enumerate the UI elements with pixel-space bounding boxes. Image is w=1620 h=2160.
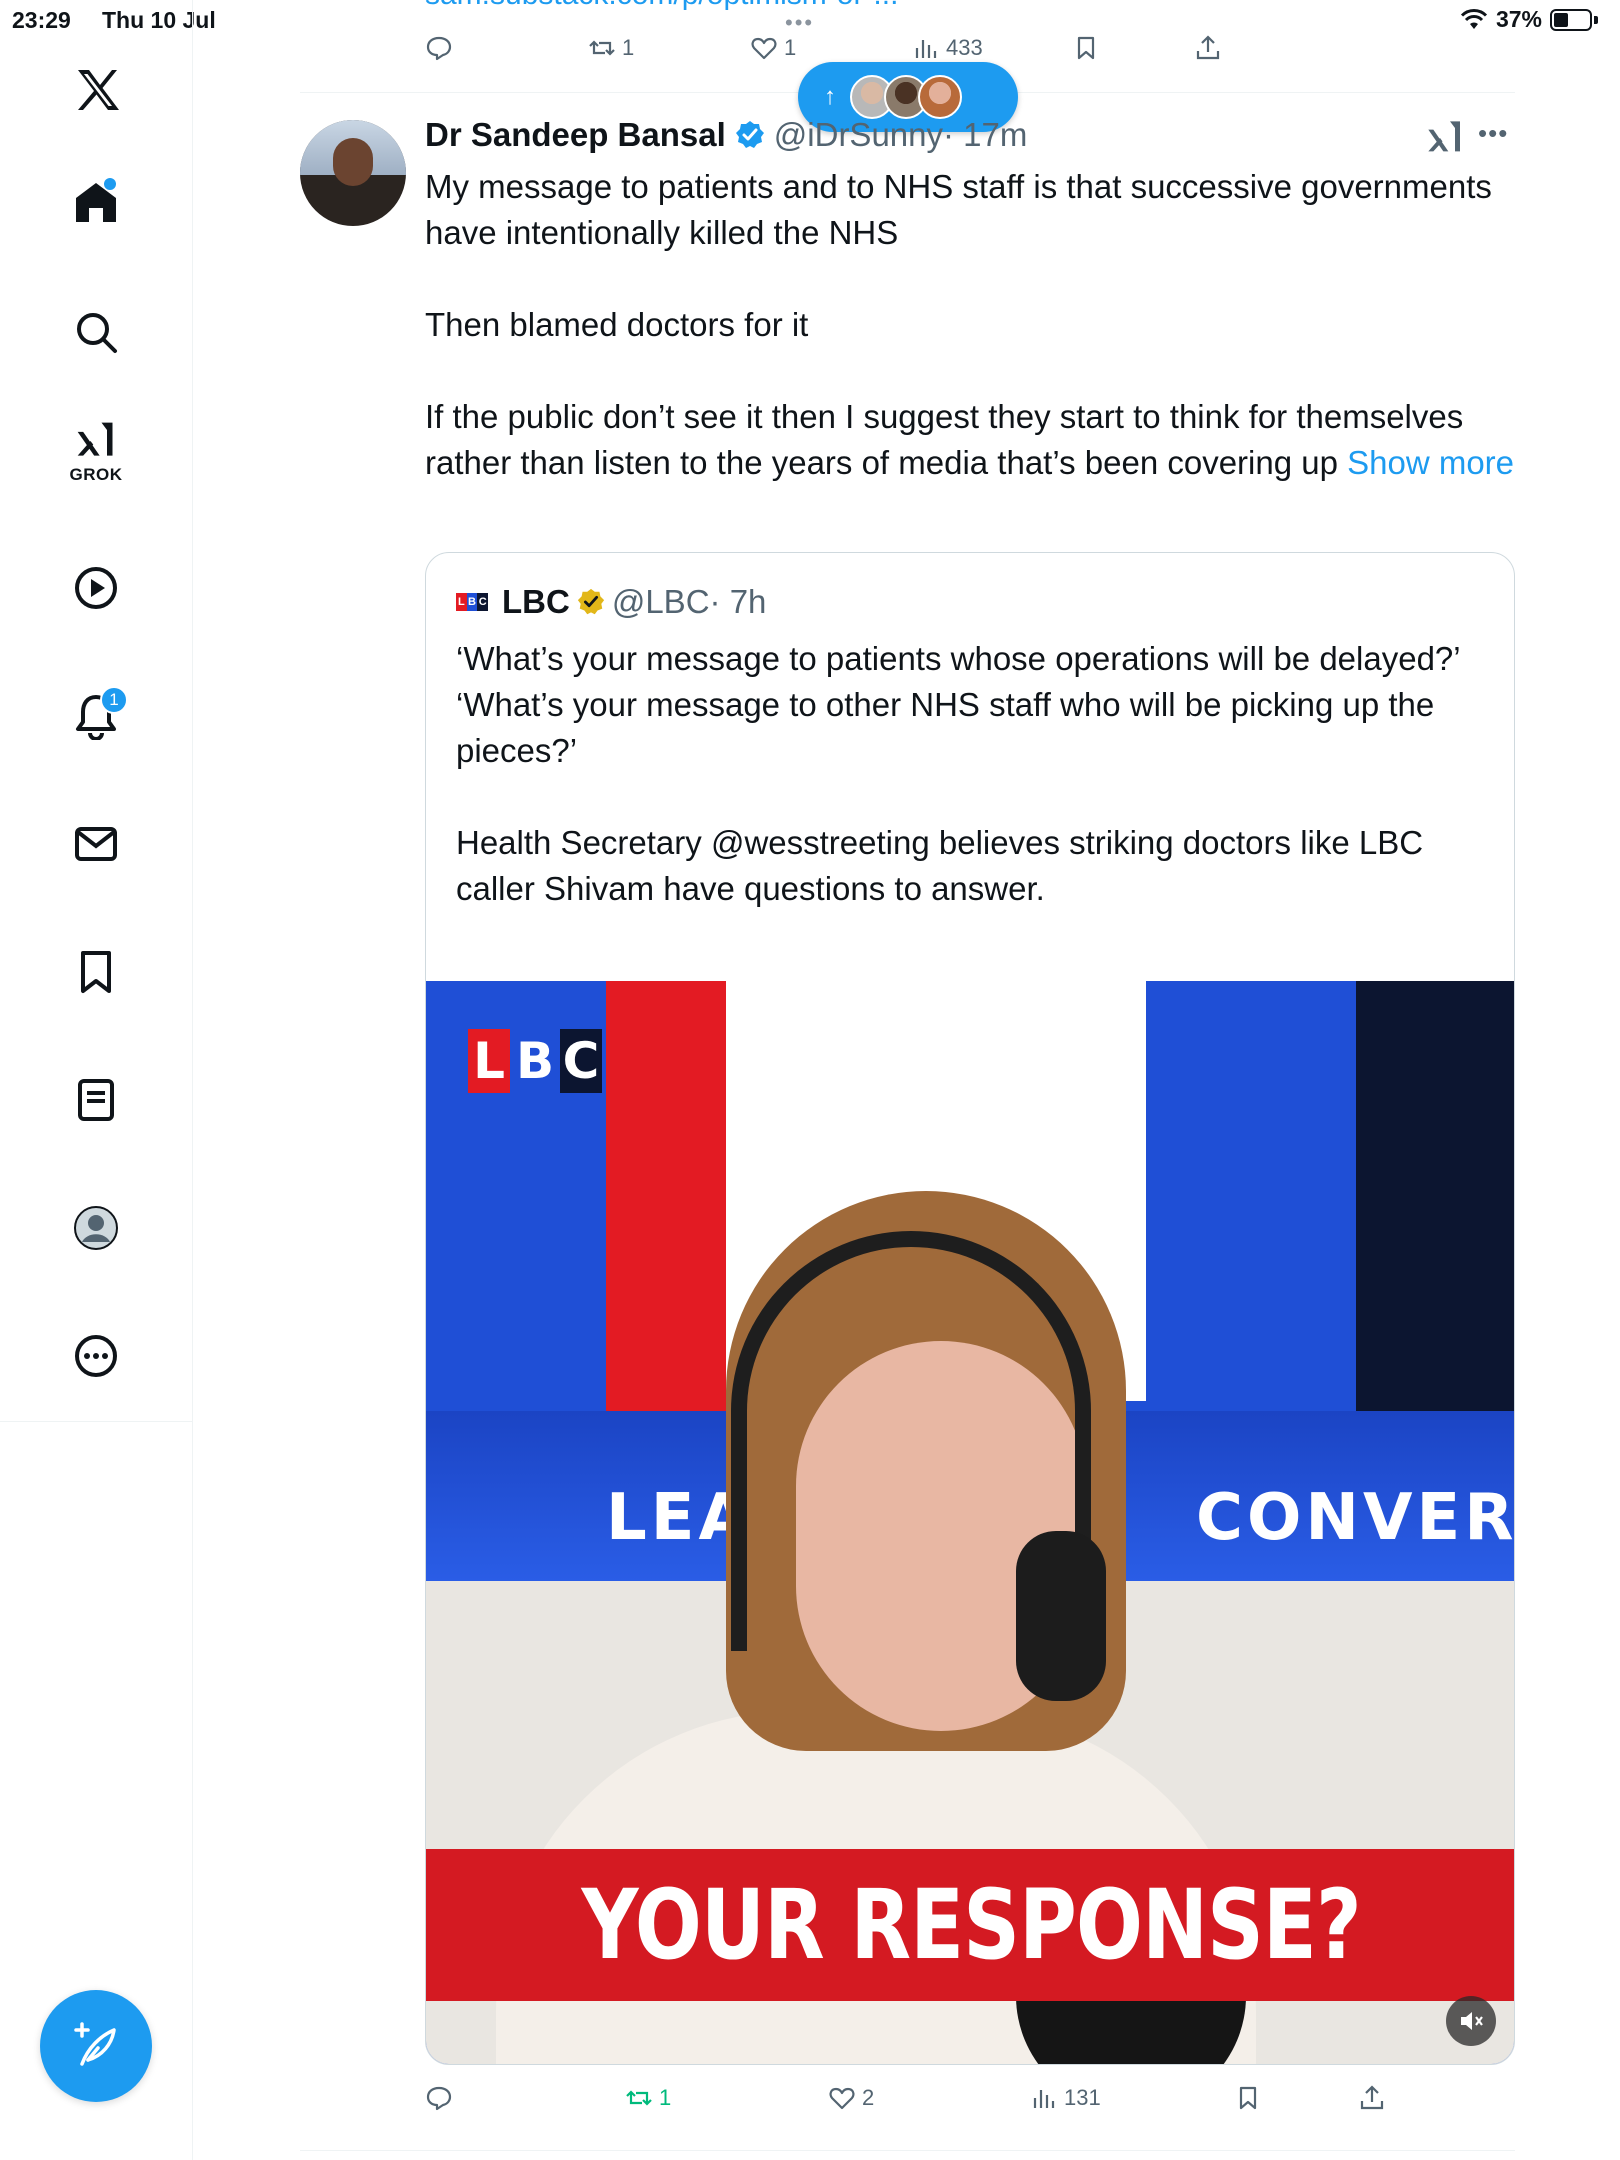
show-more-link[interactable]: Show more: [1347, 444, 1514, 481]
wifi-icon: [1460, 8, 1488, 29]
mail-icon: [75, 827, 117, 861]
sidebar-item-more[interactable]: [56, 1316, 136, 1396]
views-button[interactable]: 131: [1030, 2084, 1101, 2112]
prev-like-count: 1: [784, 35, 797, 60]
sidebar-item-lists[interactable]: [56, 1060, 136, 1140]
like-count: 2: [862, 2085, 875, 2110]
verified-badge-icon: [735, 121, 764, 148]
prev-bookmark-button[interactable]: [1072, 34, 1100, 62]
tweet-time[interactable]: · 17m: [943, 116, 1027, 154]
retweet-icon: [589, 40, 615, 56]
sidebar-item-profile[interactable]: [56, 1188, 136, 1268]
grok-label: GROK: [69, 465, 123, 484]
sidebar-item-home[interactable]: [56, 162, 136, 242]
more-options-icon[interactable]: •••: [1478, 118, 1508, 149]
home-unread-dot: [104, 178, 116, 190]
multitask-dots[interactable]: •••: [785, 10, 814, 36]
retweet-count: 1: [659, 2085, 672, 2110]
search-icon: [77, 313, 117, 353]
tweet-header: Dr Sandeep Bansal @iDrSunny · 17m: [425, 116, 1027, 154]
more-icon: [75, 1335, 117, 1377]
share-icon: [1360, 2085, 1384, 2110]
feed-divider: [300, 2150, 1515, 2151]
x-logo-icon[interactable]: [56, 50, 136, 130]
mute-button[interactable]: [1446, 1996, 1496, 2046]
sidebar: GROK 1: [0, 0, 193, 2160]
video-caption-banner: YOUR RESPONSE?: [426, 1849, 1514, 2001]
prev-views-button[interactable]: 433: [912, 34, 983, 62]
new-post-avatar: [918, 75, 962, 119]
share-button[interactable]: [1358, 2084, 1386, 2112]
previous-tweet-link[interactable]: sam.substack.com/p/optimism-or-...: [425, 0, 898, 12]
like-button[interactable]: 2: [828, 2084, 874, 2112]
play-icon: [75, 567, 117, 609]
bookmark-icon: [81, 951, 111, 993]
heart-icon: [829, 2087, 855, 2110]
battery-icon: [1550, 8, 1592, 31]
retweet-button[interactable]: 1: [625, 2084, 671, 2112]
grok-icon[interactable]: [1425, 118, 1465, 158]
video-player[interactable]: LEA CONVERSAT L B C YOUR RESPONSE?: [426, 981, 1515, 2064]
video-caption: YOUR RESPONSE?: [581, 1869, 1361, 1981]
profile-icon: [74, 1206, 118, 1250]
bookmark-button[interactable]: [1234, 2084, 1262, 2112]
tweet-text: My message to patients and to NHS staff …: [425, 164, 1515, 486]
sidebar-divider: [0, 1421, 193, 1422]
views-icon: [915, 40, 937, 58]
quote-author-name[interactable]: LBC: [502, 583, 570, 621]
quoted-tweet[interactable]: L B C LBC @LBC · 7h ‘What’s your message…: [425, 552, 1515, 2065]
quote-handle[interactable]: @LBC: [612, 583, 710, 621]
grok-icon: [77, 422, 113, 456]
lbc-avatar-icon: L B C: [456, 593, 489, 611]
reply-icon: [426, 2086, 452, 2111]
quote-time[interactable]: · 7h: [710, 583, 767, 621]
quote-text: ‘What’s your message to patients whose o…: [456, 640, 1461, 907]
sidebar-item-messages[interactable]: [56, 804, 136, 884]
views-count: 131: [1064, 2085, 1101, 2110]
bookmark-icon: [1239, 2086, 1257, 2110]
prev-views-count: 433: [946, 35, 983, 60]
gold-verified-badge-icon: [577, 588, 604, 615]
prev-retweet-button[interactable]: 1: [588, 34, 634, 62]
prev-like-button[interactable]: 1: [750, 34, 796, 62]
sidebar-item-explore[interactable]: [56, 292, 136, 372]
sidebar-item-grok[interactable]: GROK: [56, 412, 136, 492]
sidebar-item-notifications[interactable]: 1: [56, 676, 136, 756]
muted-speaker-icon: [1461, 2012, 1483, 2030]
list-icon: [78, 1079, 114, 1121]
prev-retweet-count: 1: [622, 35, 635, 60]
status-right: 37%: [1460, 6, 1598, 33]
views-icon: [1033, 2090, 1055, 2108]
notifications-badge: 1: [100, 686, 128, 714]
battery-percent: 37%: [1495, 6, 1542, 32]
video-lbc-logo: L B C: [468, 1029, 602, 1093]
share-icon: [1196, 35, 1220, 60]
author-name[interactable]: Dr Sandeep Bansal: [425, 116, 726, 154]
reply-button[interactable]: [425, 2084, 459, 2112]
reply-icon: [426, 36, 452, 61]
author-avatar[interactable]: [300, 120, 406, 226]
prev-reply-button[interactable]: [425, 34, 453, 62]
tweet-body: My message to patients and to NHS staff …: [425, 168, 1492, 481]
retweet-icon: [626, 2090, 652, 2106]
quote-header: L B C LBC @LBC · 7h: [456, 583, 766, 621]
sidebar-item-bookmarks[interactable]: [56, 932, 136, 1012]
author-handle[interactable]: @iDrSunny: [774, 116, 943, 154]
video-bg-text-right: CONVERSAT: [1196, 1481, 1515, 1555]
compose-button[interactable]: [40, 1990, 152, 2102]
arrow-up-icon: ↑: [824, 83, 836, 110]
prev-share-button[interactable]: [1194, 34, 1222, 62]
heart-icon: [751, 37, 777, 60]
compose-icon: [74, 2022, 116, 2066]
sidebar-item-video[interactable]: [56, 548, 136, 628]
bookmark-icon: [1077, 36, 1095, 60]
